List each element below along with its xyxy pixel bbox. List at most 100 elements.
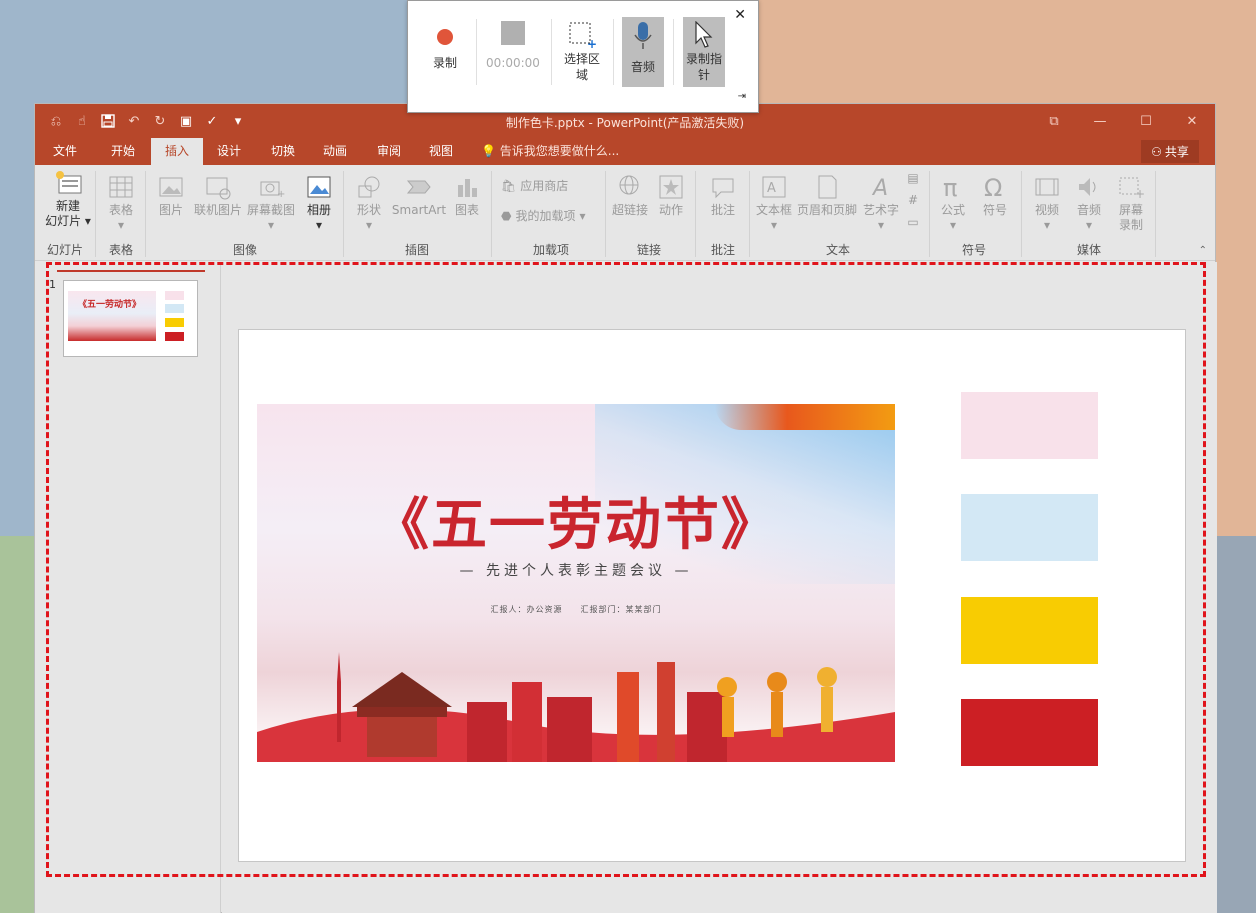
share-label: 共享 <box>1164 145 1189 159</box>
action-button[interactable]: 动作 <box>653 173 689 218</box>
thumbnail-swatch <box>165 291 184 300</box>
color-swatch-red[interactable] <box>961 699 1098 766</box>
picture-icon <box>159 177 183 197</box>
svg-text:A: A <box>767 181 776 196</box>
select-area-icon: + <box>569 22 596 49</box>
thumbnail-swatch <box>165 304 184 313</box>
table-button[interactable]: 表格 ▾ <box>101 173 141 233</box>
action-label: 动作 <box>658 203 683 217</box>
screen-record-label: 屏幕 <box>1118 203 1143 217</box>
omega-icon: Ω <box>984 174 1002 201</box>
object-icon: ▭ <box>907 215 919 229</box>
header-footer-button[interactable]: 页眉和页脚 <box>795 173 859 218</box>
group-label-images: 图像 <box>232 243 257 257</box>
wordart-icon: A <box>871 176 888 201</box>
table-icon <box>109 176 133 198</box>
close-icon[interactable]: ✕ <box>734 7 746 23</box>
textbox-button[interactable]: A 文本框 ▾ <box>753 173 795 233</box>
ribbon-separator <box>343 171 344 257</box>
screenshot-button[interactable]: + 屏幕截图 ▾ <box>245 173 297 233</box>
record-pointer-toggle[interactable]: 录制指针 <box>683 17 725 87</box>
tab-file[interactable]: 文件 <box>39 138 91 165</box>
group-label-media: 媒体 <box>1076 243 1101 257</box>
picture-label: 图片 <box>158 203 183 217</box>
tab-home[interactable]: 开始 <box>97 138 149 165</box>
store-label: 应用商店 <box>520 179 569 193</box>
tab-insert[interactable]: 插入 <box>151 138 203 165</box>
svg-text:+: + <box>277 189 285 200</box>
record-button[interactable]: 录制 <box>418 15 472 89</box>
banner-info: 汇报人：办公资源 汇报部门：某某部门 <box>490 605 662 614</box>
ribbon-separator <box>145 171 146 257</box>
symbol-button[interactable]: Ω 符号 <box>975 173 1015 218</box>
color-swatch-light-blue[interactable] <box>961 494 1098 561</box>
thumbnail-swatch <box>165 318 184 327</box>
store-button[interactable]: 🛍 应用商店 <box>501 179 601 194</box>
group-label-illustrations: 插图 <box>404 243 429 257</box>
collapse-ribbon-icon[interactable]: ⌃ <box>1199 245 1207 256</box>
color-swatch-pink[interactable] <box>961 392 1098 459</box>
star-icon <box>659 175 683 199</box>
wordart-button[interactable]: A 艺术字 ▾ <box>861 173 901 233</box>
tab-design[interactable]: 设计 <box>203 138 255 165</box>
close-icon[interactable]: ✕ <box>1169 104 1215 138</box>
powerpoint-window: ⎌ ☝ ↶ ↻ ▣ ✓ ▾ 制作色卡.pptx - PowerPoint(产品激… <box>34 103 1217 913</box>
select-area-button[interactable]: + 选择区域 <box>556 15 608 89</box>
slide-edit-area: 《五一劳动节》 — 先进个人表彰主题会议 — 汇报人：办公资源 汇报部门：某某部… <box>222 262 1217 913</box>
new-slide-button[interactable]: 新建 幻灯片 ▾ <box>43 169 93 229</box>
banner-image[interactable]: 《五一劳动节》 — 先进个人表彰主题会议 — 汇报人：办公资源 汇报部门：某某部… <box>257 404 895 762</box>
group-label-tables: 表格 <box>108 243 133 257</box>
slide-thumbnail[interactable]: 《五一劳动节》 <box>63 280 198 357</box>
audio-button[interactable]: 音频 ▾ <box>1069 173 1109 233</box>
color-swatch-yellow[interactable] <box>961 597 1098 664</box>
my-addins-button[interactable]: ⬣ 我的加载项 ▾ <box>501 209 601 224</box>
tab-transitions[interactable]: 切换 <box>257 138 309 165</box>
date-time-button[interactable]: ▤ <box>903 171 923 186</box>
shapes-label: 形状 <box>356 203 381 217</box>
slide-number-button[interactable]: # <box>903 193 923 208</box>
hyperlink-button[interactable]: 超链接 <box>609 173 651 218</box>
slide-canvas[interactable]: 《五一劳动节》 — 先进个人表彰主题会议 — 汇报人：办公资源 汇报部门：某某部… <box>238 329 1186 862</box>
ribbon-display-icon[interactable]: ⧉ <box>1031 104 1077 138</box>
ribbon-tabs: 文件 开始 插入 设计 切换 动画 审阅 视图 💡 告诉我您想要做什么... ⚇… <box>35 138 1215 165</box>
group-label-text: 文本 <box>825 243 850 257</box>
record-label: 录制 <box>432 56 457 70</box>
screen-recording-button[interactable]: + 屏幕 录制 <box>1111 173 1151 233</box>
person-add-icon: ⚇ <box>1151 144 1162 159</box>
tab-animations[interactable]: 动画 <box>309 138 361 165</box>
chart-button[interactable]: 图表 <box>449 173 485 218</box>
equation-button[interactable]: π 公式 ▾ <box>933 173 973 233</box>
tell-me-box[interactable]: 💡 告诉我您想要做什么... <box>481 138 619 165</box>
video-button[interactable]: 视频 ▾ <box>1027 173 1067 233</box>
album-button[interactable]: 相册 ▾ <box>301 173 337 233</box>
ribbon-separator <box>1021 171 1022 257</box>
minimize-icon[interactable]: — <box>1077 104 1123 138</box>
shapes-icon <box>358 176 380 198</box>
insertion-marker <box>57 270 205 272</box>
toolbar-separator <box>613 19 614 85</box>
audio-toggle-label: 音频 <box>630 60 655 74</box>
audio-toggle[interactable]: 音频 <box>622 17 664 87</box>
screen-record-icon: + <box>1119 177 1145 201</box>
svg-text:π: π <box>943 174 957 201</box>
online-picture-button[interactable]: 联机图片 <box>191 173 245 218</box>
smartart-button[interactable]: SmartArt <box>391 173 447 218</box>
banner-subtitle: — 先进个人表彰主题会议 — <box>459 563 693 579</box>
symbol-label: 符号 <box>982 203 1007 217</box>
ribbon-separator <box>929 171 930 257</box>
globe-link-icon <box>619 175 639 195</box>
picture-button[interactable]: 图片 <box>153 173 189 218</box>
maximize-icon[interactable]: ☐ <box>1123 104 1169 138</box>
object-button[interactable]: ▭ <box>903 215 923 230</box>
pin-icon[interactable]: ⇥ <box>738 91 746 102</box>
thumbnail-swatch <box>165 332 184 341</box>
online-picture-label: 联机图片 <box>193 203 242 217</box>
ribbon-insert: 新建 幻灯片 ▾ 幻灯片 表格 ▾ 表格 图片 联机图片 + 屏幕截图 ▾ 相册 ▾ … <box>35 165 1215 261</box>
stop-button[interactable]: 00:00:00 <box>480 15 546 89</box>
comment-button[interactable]: 批注 <box>701 173 745 218</box>
share-button[interactable]: ⚇ 共享 <box>1141 140 1199 163</box>
tab-view[interactable]: 视图 <box>415 138 467 165</box>
comment-icon <box>712 178 734 199</box>
shapes-button[interactable]: 形状 ▾ <box>349 173 389 233</box>
tab-review[interactable]: 审阅 <box>363 138 415 165</box>
